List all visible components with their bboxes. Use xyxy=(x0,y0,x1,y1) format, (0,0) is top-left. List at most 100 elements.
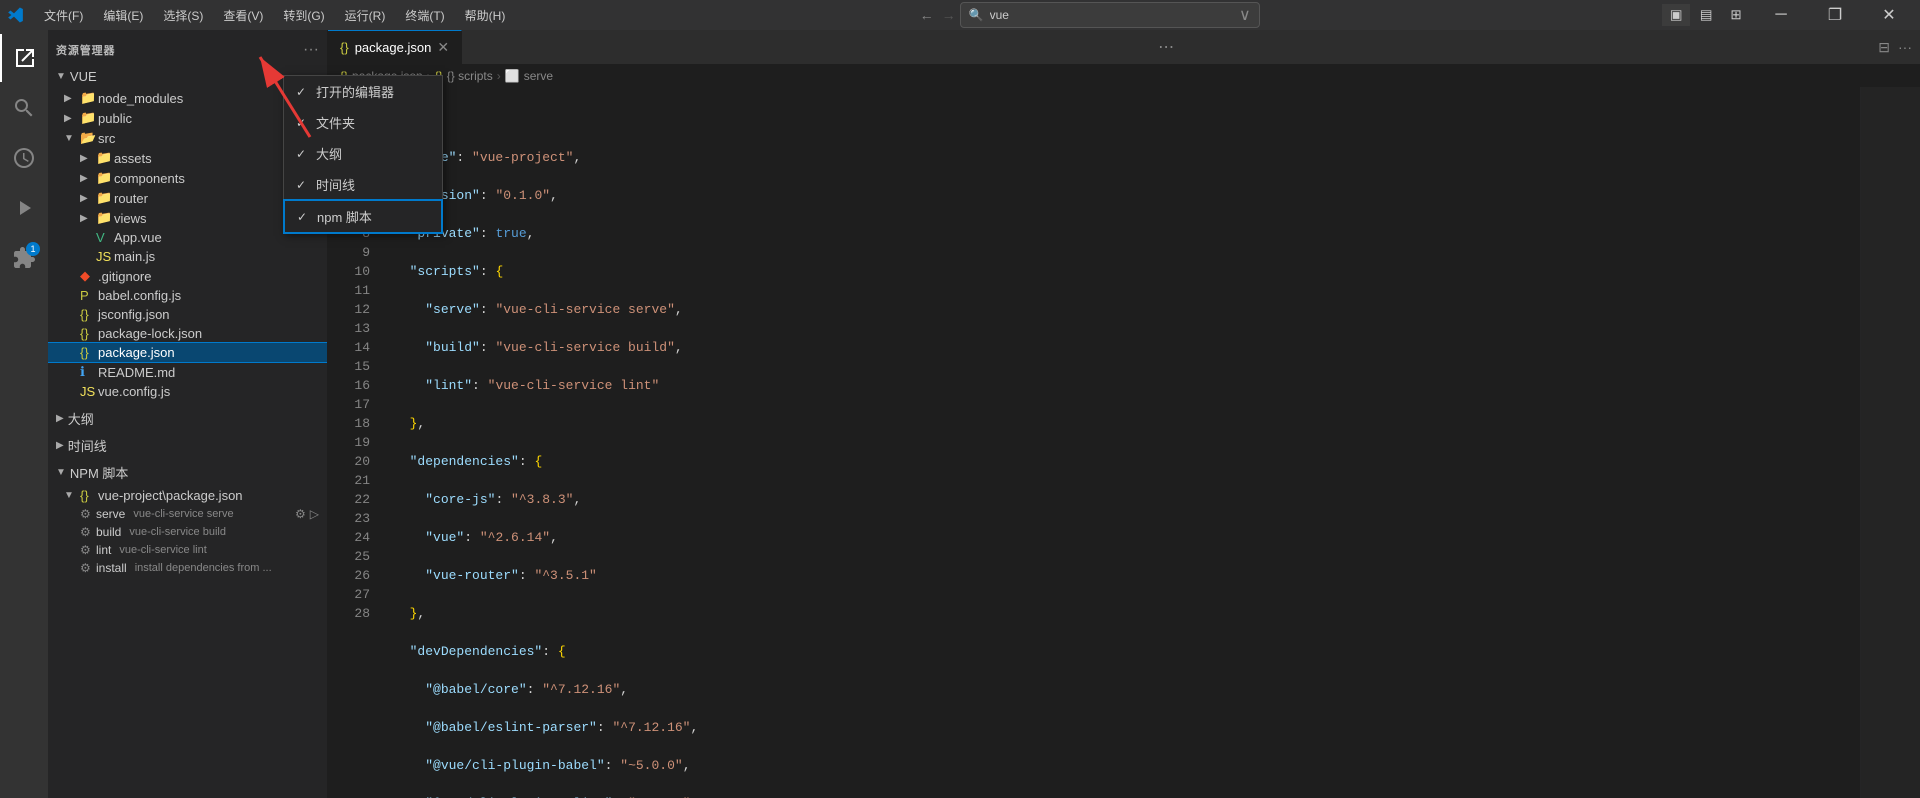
tab-close-button[interactable]: ✕ xyxy=(437,39,449,56)
tree-label: babel.config.js xyxy=(98,288,181,303)
npm-script-serve[interactable]: ⚙ serve vue-cli-service serve ⚙ ▷ xyxy=(48,505,327,523)
tree-label: package.json xyxy=(98,345,175,360)
line-num: 21 xyxy=(328,471,370,490)
sidebar-more-button[interactable]: ··· xyxy=(303,41,319,59)
close-button[interactable]: ✕ xyxy=(1866,0,1912,30)
line-num: 17 xyxy=(328,395,370,414)
script-cmd: vue-cli-service build xyxy=(129,526,226,538)
vscode-logo-icon xyxy=(8,7,24,23)
context-menu-folder[interactable]: ✓ 文件夹 xyxy=(284,107,442,138)
tree-label: README.md xyxy=(98,365,175,380)
json-file-icon: {} xyxy=(80,345,98,360)
maximize-button[interactable]: ❐ xyxy=(1812,0,1858,30)
tab-package-json[interactable]: {} package.json ✕ xyxy=(328,30,462,65)
tree-item-jsconfig[interactable]: {} jsconfig.json xyxy=(48,305,327,324)
split-editor-button[interactable]: ⊟ xyxy=(1878,39,1890,56)
line-num: 27 xyxy=(328,585,370,604)
folder-icon: 📁 xyxy=(80,90,98,106)
menu-edit[interactable]: 编辑(E) xyxy=(95,5,151,26)
context-menu-item-label: 大纲 xyxy=(316,144,342,163)
context-menu-timeline[interactable]: ✓ 时间线 xyxy=(284,169,442,200)
tree-label: .gitignore xyxy=(98,269,151,284)
activity-git[interactable] xyxy=(0,134,48,182)
tree-item-vue-config[interactable]: JS vue.config.js xyxy=(48,382,327,401)
menu-view[interactable]: 查看(V) xyxy=(215,5,271,26)
script-settings-icon[interactable]: ⚙ xyxy=(295,507,306,521)
nav-forward-button[interactable]: → xyxy=(938,7,960,23)
titlebar-center: ← → 🔍 ∨ xyxy=(916,2,1260,28)
npm-script-build[interactable]: ⚙ build vue-cli-service build xyxy=(48,523,327,541)
outline-header[interactable]: ▶ 大纲 xyxy=(48,405,327,432)
tree-item-main-js[interactable]: JS main.js xyxy=(48,247,327,266)
activity-search[interactable] xyxy=(0,84,48,132)
js-file-icon: JS xyxy=(80,384,98,399)
activity-explorer[interactable] xyxy=(0,34,48,82)
activity-extensions[interactable]: 1 xyxy=(0,234,48,282)
menu-help[interactable]: 帮助(H) xyxy=(457,5,514,26)
sidebar-title-row: 资源管理器 ··· xyxy=(48,30,327,65)
script-icon: ⚙ xyxy=(80,525,96,539)
tree-item-package-json[interactable]: {} package.json xyxy=(48,343,327,362)
editor-actions: ⊟ ··· xyxy=(1870,39,1920,56)
tree-item-gitignore[interactable]: ◆ .gitignore xyxy=(48,266,327,286)
context-menu: ✓ 打开的编辑器 ✓ 文件夹 ✓ 大纲 ✓ 时间线 ✓ npm 脚本 xyxy=(283,75,443,234)
line-num: 11 xyxy=(328,281,370,300)
tree-arrow: ▶ xyxy=(80,193,96,204)
context-menu-item-label: 文件夹 xyxy=(316,113,355,132)
layout-3-button[interactable]: ⊞ xyxy=(1722,4,1750,26)
tree-label: components xyxy=(114,171,185,186)
outline-label: 大纲 xyxy=(68,409,94,428)
context-menu-item-label: npm 脚本 xyxy=(317,207,372,226)
minimap-thumbnail xyxy=(1861,87,1920,798)
tree-label: jsconfig.json xyxy=(98,307,170,322)
nav-back-button[interactable]: ← xyxy=(916,7,938,23)
titlebar-menu: 文件(F) 编辑(E) 选择(S) 查看(V) 转到(G) 运行(R) 终端(T… xyxy=(36,5,513,26)
tree-item-readme[interactable]: ℹ README.md xyxy=(48,362,327,382)
menu-goto[interactable]: 转到(G) xyxy=(275,5,332,26)
tree-item-babel-config[interactable]: P babel.config.js xyxy=(48,286,327,305)
more-actions-button[interactable]: ··· xyxy=(1898,39,1912,55)
activity-run[interactable] xyxy=(0,184,48,232)
tree-item-package-lock[interactable]: {} package-lock.json xyxy=(48,324,327,343)
timeline-header[interactable]: ▶ 时间线 xyxy=(48,432,327,459)
tree-label: vue.config.js xyxy=(98,384,170,399)
minimize-button[interactable]: ─ xyxy=(1758,0,1804,30)
menu-run[interactable]: 运行(R) xyxy=(337,5,394,26)
npm-project-item[interactable]: ▼ {} vue-project\package.json xyxy=(48,486,327,505)
context-menu-outline[interactable]: ✓ 大纲 xyxy=(284,138,442,169)
script-run-icon[interactable]: ▷ xyxy=(310,507,319,521)
menu-select[interactable]: 选择(S) xyxy=(155,5,211,26)
tree-label: package-lock.json xyxy=(98,326,202,341)
npm-script-lint[interactable]: ⚙ lint vue-cli-service lint xyxy=(48,541,327,559)
menu-terminal[interactable]: 终端(T) xyxy=(397,5,452,26)
folder-icon: 📁 xyxy=(96,190,114,206)
global-search-bar[interactable]: 🔍 ∨ xyxy=(960,2,1260,28)
npm-section-header[interactable]: ▼ NPM 脚本 xyxy=(48,459,327,486)
menu-file[interactable]: 文件(F) xyxy=(36,5,91,26)
line-num: 20 xyxy=(328,452,370,471)
context-menu-npm-scripts[interactable]: ✓ npm 脚本 xyxy=(284,200,442,233)
script-name: lint xyxy=(96,543,111,557)
line-num: 13 xyxy=(328,319,370,338)
tab-split-button[interactable]: ⋯ xyxy=(1150,37,1182,57)
layout-1-button[interactable]: ▣ xyxy=(1662,4,1690,26)
breadcrumb-serve[interactable]: serve xyxy=(524,69,553,83)
vue-section-label: VUE xyxy=(70,69,97,84)
code-content[interactable]: { "name": "vue-project", "version": "0.1… xyxy=(378,87,1860,798)
layout-2-button[interactable]: ▤ xyxy=(1692,4,1720,26)
tree-label: public xyxy=(98,111,132,126)
npm-script-install[interactable]: ⚙ install install dependencies from ... xyxy=(48,559,327,577)
tree-arrow: ▶ xyxy=(64,93,80,104)
breadcrumb-scripts[interactable]: {} scripts xyxy=(447,69,493,83)
context-menu-open-editors[interactable]: ✓ 打开的编辑器 xyxy=(284,76,442,107)
check-icon: ✓ xyxy=(297,210,311,224)
line-num: 26 xyxy=(328,566,370,585)
script-icon: ⚙ xyxy=(80,561,96,575)
folder-icon: 📁 xyxy=(96,150,114,166)
tree-arrow: ▶ xyxy=(80,213,96,224)
search-input[interactable] xyxy=(990,8,1230,22)
script-cmd: vue-cli-service serve xyxy=(133,508,233,520)
tree-label: App.vue xyxy=(114,230,162,245)
check-icon: ✓ xyxy=(296,85,310,99)
search-dropdown-icon[interactable]: ∨ xyxy=(1239,5,1251,25)
